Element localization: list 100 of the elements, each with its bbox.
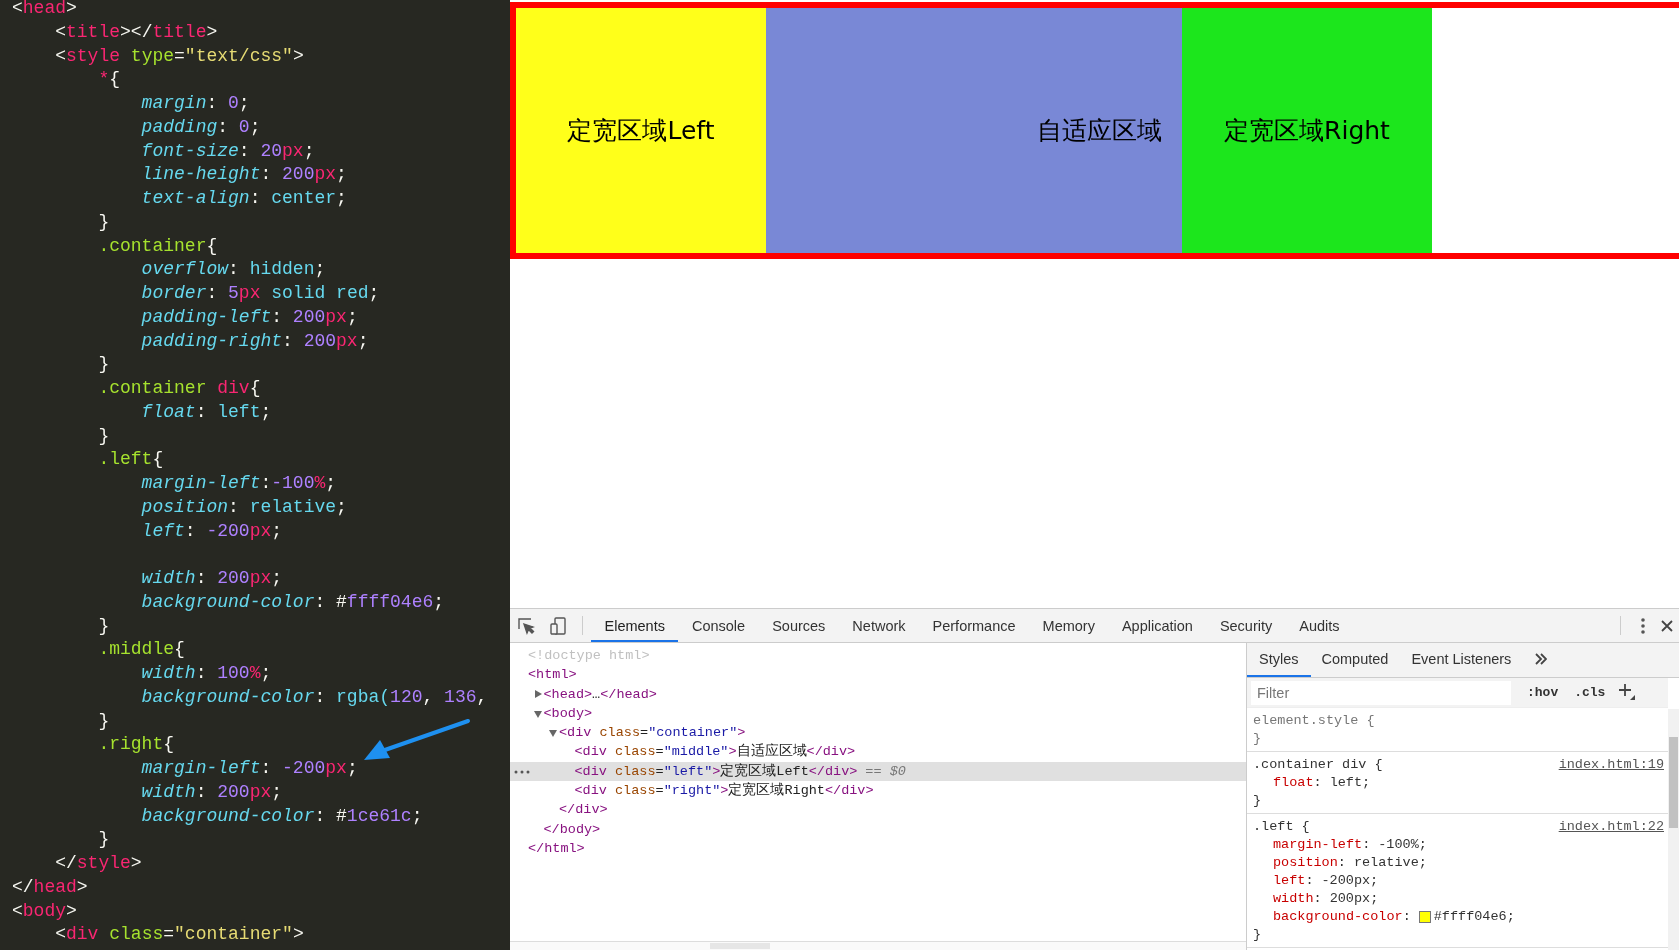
- tree-row[interactable]: <html>: [510, 665, 1246, 685]
- tree-row[interactable]: <body>: [510, 703, 1246, 724]
- code-line: }: [97, 353, 110, 377]
- code-line: </style>: [54, 852, 142, 875]
- code-line: background-color: #ffff04e6;: [140, 590, 445, 614]
- code-line: margin: 0;: [140, 92, 250, 115]
- css-declaration: width: 200px;: [1273, 890, 1379, 908]
- tree-row[interactable]: </body>: [510, 819, 1246, 839]
- code-line: }: [97, 424, 110, 448]
- css-property: background-color:: [1273, 908, 1411, 926]
- code-line: text-align: center;: [140, 187, 347, 210]
- layout-region: 定宽区域Right: [1182, 8, 1432, 253]
- toggle-button[interactable]: :hov: [1527, 685, 1559, 700]
- node-markup: </div>: [559, 801, 608, 820]
- node-markup: <div class="middle">自适应区域</div>: [574, 742, 856, 762]
- node-markup: </body>: [543, 820, 601, 839]
- code-line: background-color: #1ce61c;: [140, 804, 423, 828]
- closing-brace: }: [1253, 926, 1262, 944]
- code-line: <head>: [12, 0, 77, 20]
- collapse-triangle-icon[interactable]: [533, 709, 542, 718]
- code-line: }: [97, 828, 110, 852]
- source-link[interactable]: index.html:22: [1558, 818, 1668, 836]
- toggle-button[interactable]: .cls: [1574, 685, 1606, 700]
- css-declaration: float: left;: [1273, 774, 1371, 792]
- code-line: <style type="text/css">: [54, 44, 304, 68]
- panel-tab[interactable]: Sources: [758, 609, 839, 642]
- code-line: font-size: 20px;: [140, 139, 315, 163]
- vertical-scrollbar[interactable]: [1668, 709, 1679, 950]
- expand-triangle-icon[interactable]: [533, 690, 542, 699]
- css-value: #ffff04e6;: [1433, 908, 1515, 926]
- node-markup: <div class="left">定宽区域Left</div>: [574, 762, 858, 781]
- panel-tab[interactable]: Application: [1108, 609, 1207, 642]
- css-declaration: position: relative;: [1273, 854, 1427, 872]
- node-markup: <html>: [528, 666, 577, 685]
- node-reference: == $0: [865, 762, 906, 781]
- code-line: background-color: rgba(120, 136,: [140, 685, 488, 709]
- collapse-triangle-icon[interactable]: [549, 728, 557, 737]
- css-selector: .container div {: [1253, 756, 1383, 774]
- panel-tab[interactable]: Security: [1206, 609, 1286, 642]
- code-line: width: 100%;: [140, 662, 272, 685]
- panel-tab[interactable]: Memory: [1029, 609, 1109, 642]
- code-line: float: left;: [140, 400, 272, 424]
- device-icon: [549, 616, 567, 635]
- code-line: }: [97, 210, 110, 234]
- cursor-icon: [517, 616, 535, 635]
- color-swatch[interactable]: [1418, 911, 1431, 923]
- tree-row[interactable]: <div class="left">定宽区域Left</div> == $0: [510, 761, 1246, 782]
- code-line: padding-left: 200px;: [140, 305, 358, 329]
- node-markup: <head>…</head>: [543, 685, 657, 704]
- closing-brace: }: [1253, 792, 1262, 810]
- filter-field[interactable]: Filter: [1251, 680, 1511, 705]
- panel-tab[interactable]: Network: [838, 609, 920, 642]
- panel-tab[interactable]: Elements: [591, 609, 679, 642]
- code-line: margin-left: -200px;: [140, 757, 358, 780]
- css-selector: element.style {: [1253, 712, 1375, 730]
- code-line: }: [97, 709, 110, 733]
- tree-row[interactable]: </div>: [510, 800, 1246, 820]
- tree-row[interactable]: <div class="right">定宽区域Right</div>: [510, 781, 1246, 801]
- code-line: padding: 0;: [140, 115, 261, 139]
- sidebar-tab[interactable]: Event Listeners: [1400, 643, 1524, 677]
- source-link[interactable]: index.html:19: [1558, 756, 1668, 774]
- panel-tab[interactable]: Performance: [919, 609, 1030, 642]
- double-chevron-icon: [1535, 653, 1548, 665]
- css-declaration: left: -200px;: [1273, 872, 1379, 890]
- css-declaration: margin-left: -100%;: [1273, 836, 1427, 854]
- sidebar-tab[interactable]: Computed: [1310, 643, 1401, 677]
- code-line: line-height: 200px;: [140, 163, 347, 187]
- tree-row[interactable]: <div class="container">: [510, 723, 1246, 743]
- code-line: margin-left:-100%;: [140, 472, 337, 495]
- code-line: .container div{: [97, 377, 261, 400]
- code-line: .middle{: [97, 638, 185, 662]
- code-line: width: 200px;: [140, 567, 283, 590]
- close-icon: [1661, 619, 1673, 632]
- code-line: <div class="container">: [54, 923, 304, 947]
- tree-row[interactable]: <head>…</head>: [510, 684, 1246, 704]
- tree-row[interactable]: <div class="middle">自适应区域</div>: [510, 742, 1246, 762]
- code-line: <title></title>: [54, 20, 218, 44]
- css-selector: .left {: [1253, 818, 1310, 836]
- code-line: .right{: [97, 733, 175, 757]
- panel-tab[interactable]: Console: [678, 609, 759, 642]
- panel-tab[interactable]: Audits: [1285, 609, 1354, 642]
- node-markup: <div class="right">定宽区域Right</div>: [574, 781, 874, 801]
- code-line: width: 200px;: [140, 780, 283, 804]
- tree-row[interactable]: </html>: [510, 838, 1246, 859]
- plus-icon: [1617, 681, 1636, 700]
- code-line: position: relative;: [140, 495, 347, 519]
- code-line: border: 5px solid red;: [140, 282, 380, 305]
- node-markup: <!doctype html>: [528, 647, 650, 665]
- code-line: left: -200px;: [140, 519, 283, 543]
- node-markup: </html>: [528, 839, 585, 858]
- code-line: <body>: [12, 899, 77, 923]
- node-markup: <div class="container">: [559, 724, 746, 743]
- closing-brace: }: [1253, 730, 1262, 748]
- code-line: *{: [97, 68, 121, 92]
- kebab-icon: [1641, 617, 1645, 634]
- layout-region: 自适应区域: [766, 8, 1182, 253]
- code-line: .container{: [97, 234, 218, 258]
- node-markup: <body>: [543, 704, 593, 723]
- code-line: </head>: [12, 875, 88, 899]
- code-line: padding-right: 200px;: [140, 329, 369, 353]
